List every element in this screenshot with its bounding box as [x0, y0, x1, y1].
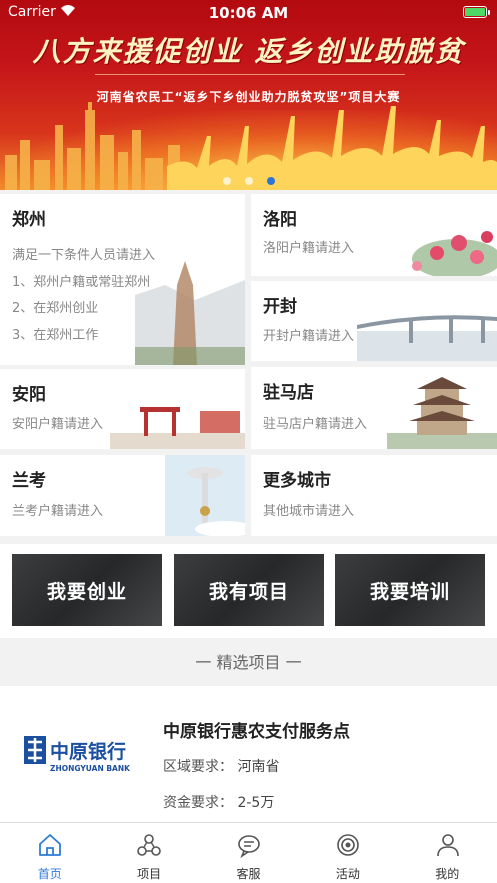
city-name: 驻马店: [263, 383, 314, 403]
banner-divider: [95, 74, 405, 75]
home-icon: [39, 834, 61, 856]
region-value: 河南省: [237, 759, 280, 775]
card-label: 我要创业: [46, 581, 127, 603]
city-tile-zhengzhou[interactable]: 郑州 满足一下条件人员请进入 1、郑州户籍或常驻郑州 2、在郑州创业 3、在郑州…: [0, 194, 245, 365]
carousel-indicator: [0, 170, 497, 189]
region-requirement: 区域要求： 河南省: [163, 756, 279, 776]
start-business-card[interactable]: 我要创业: [12, 554, 162, 626]
city-name: 郑州: [12, 210, 46, 230]
project-title: 中原银行惠农支付服务点: [163, 722, 350, 742]
section-title: 一 精选项目 一: [0, 644, 497, 684]
tab-label: 客服: [236, 867, 261, 881]
city-desc: 兰考户籍请进入: [12, 504, 104, 519]
requirement-line: 3、在郑州工作: [12, 327, 99, 343]
hero-banner[interactable]: Carrier 10:06 AM 八方来援促创业 返乡创业助脱贫 河南省农民工“…: [0, 0, 497, 190]
city-tile-lankao[interactable]: 兰考 兰考户籍请进入: [0, 455, 245, 536]
city-name: 兰考: [12, 471, 46, 491]
tab-mine[interactable]: 我的: [398, 823, 497, 883]
card-label: 我有项目: [208, 581, 289, 603]
city-name: 洛阳: [263, 210, 297, 230]
gate-illustration: [110, 407, 245, 449]
city-name: 开封: [263, 297, 297, 317]
requirement-line: 2、在郑州创业: [12, 301, 99, 316]
city-requirements: 满足一下条件人员请进入 1、郑州户籍或常驻郑州 2、在郑州创业 3、在郑州工作: [12, 243, 155, 349]
city-tile-zhumadian[interactable]: 驻马店 驻马店户籍请进入: [251, 367, 497, 449]
tab-label: 活动: [335, 867, 360, 881]
carousel-dot[interactable]: [244, 177, 253, 185]
have-project-card[interactable]: 我有项目: [174, 554, 324, 626]
city-desc: 驻马店户籍请进入: [263, 417, 368, 432]
svg-text:ZHONGYUAN BANK: ZHONGYUAN BANK: [50, 764, 131, 773]
status-bar: Carrier 10:06 AM: [0, 0, 497, 24]
carousel-dot-active[interactable]: [266, 177, 275, 185]
project-icon: [137, 834, 162, 856]
activity-icon: [337, 834, 359, 856]
city-desc: 洛阳户籍请进入: [263, 241, 355, 256]
tab-service[interactable]: 客服: [199, 823, 298, 883]
card-label: 我要培训: [369, 581, 450, 603]
requirement-line: 1、郑州户籍或常驻郑州: [12, 274, 151, 290]
bridge-illustration: [357, 315, 497, 361]
zhongyuan-bank-logo: 中原银行 ZHONGYUAN BANK: [24, 736, 131, 773]
city-desc: 开封户籍请进入: [263, 329, 355, 344]
battery-icon: [463, 6, 490, 18]
carousel-dot[interactable]: [222, 177, 231, 185]
tab-label: 我的: [435, 867, 460, 881]
city-tile-more[interactable]: 更多城市 其他城市请进入: [251, 455, 497, 536]
banner-title: 八方来援促创业 返乡创业助脱贫: [32, 35, 465, 68]
fund-value: 2-5万: [237, 795, 275, 811]
tab-label: 首页: [37, 867, 62, 881]
tab-activity[interactable]: 活动: [298, 823, 397, 883]
peony-illustration: [412, 231, 497, 276]
clock-label: 10:06 AM: [208, 4, 289, 22]
city-name: 更多城市: [263, 471, 331, 491]
quick-actions: 我要创业 我有项目 我要培训: [0, 544, 497, 638]
tab-label: 项目: [137, 867, 162, 881]
fund-requirement: 资金要求： 2-5万: [163, 792, 274, 812]
pagoda-illustration: [135, 261, 245, 365]
tab-projects[interactable]: 项目: [99, 823, 198, 883]
city-desc: 安阳户籍请进入: [12, 417, 104, 432]
svg-text:中原银行: 中原银行: [50, 740, 126, 763]
region-label: 区域要求：: [163, 759, 233, 775]
fund-label: 资金要求：: [163, 795, 233, 811]
tower-illustration: [387, 377, 497, 449]
training-card[interactable]: 我要培训: [335, 554, 485, 626]
featured-project-item[interactable]: 中原银行 ZHONGYUAN BANK 中原银行惠农支付服务点 区域要求： 河南…: [0, 686, 497, 822]
city-tile-anyang[interactable]: 安阳 安阳户籍请进入: [0, 369, 245, 449]
monument-illustration: [165, 455, 245, 536]
bottom-tab-bar: 首页 项目 客服 活动 我的: [0, 822, 497, 883]
chat-icon: [237, 835, 260, 858]
city-desc: 其他城市请进入: [263, 504, 355, 519]
requirement-line: 满足一下条件人员请进入: [12, 248, 156, 263]
user-icon: [436, 834, 459, 857]
tab-home[interactable]: 首页: [0, 823, 99, 883]
city-tile-kaifeng[interactable]: 开封 开封户籍请进入: [251, 281, 497, 361]
city-name: 安阳: [12, 385, 46, 405]
city-tile-luoyang[interactable]: 洛阳 洛阳户籍请进入: [251, 194, 497, 276]
banner-subtitle: 河南省农民工“返乡下乡创业助力脱贫攻坚”项目大赛: [96, 90, 401, 104]
